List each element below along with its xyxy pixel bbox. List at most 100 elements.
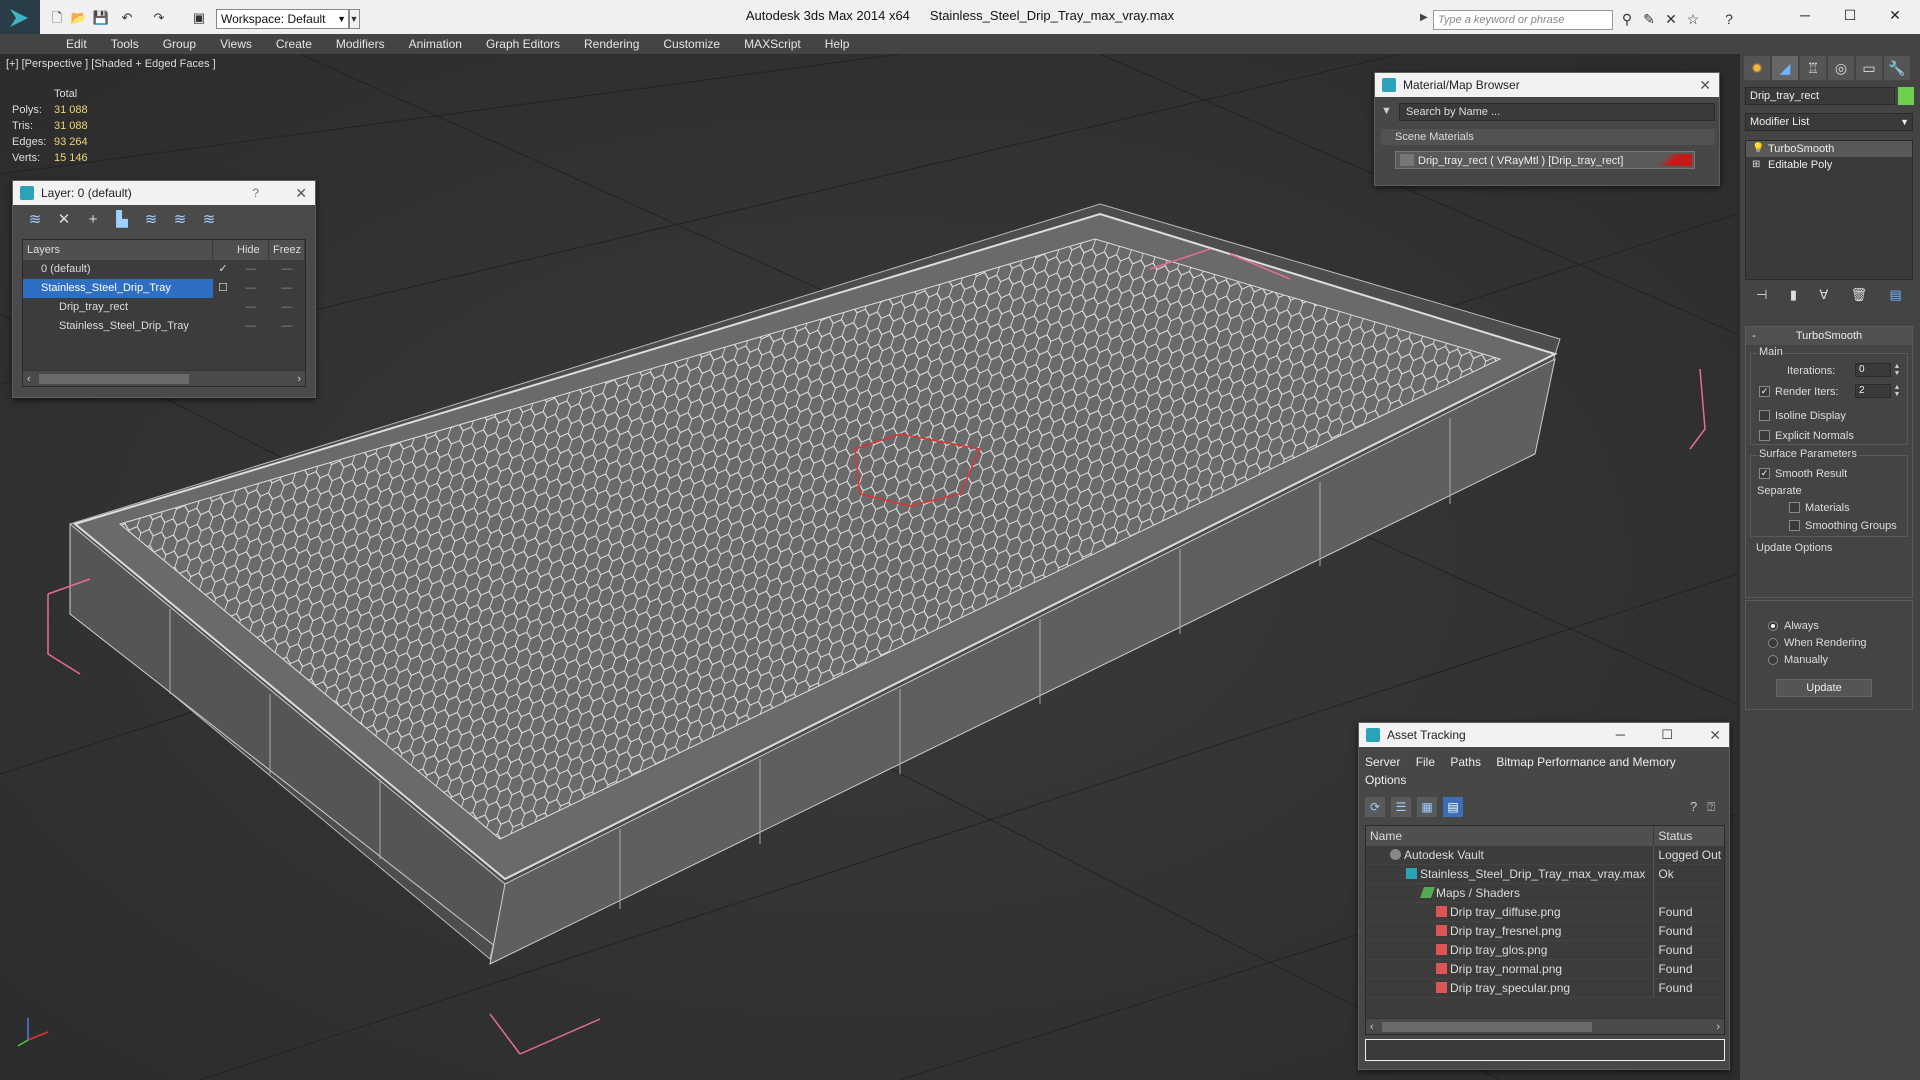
always-radio[interactable] (1768, 621, 1778, 631)
material-item[interactable]: Drip_tray_rect ( VRayMtl ) [Drip_tray_re… (1395, 151, 1695, 169)
table-view-icon[interactable]: ▤ (1443, 797, 1463, 817)
spinner-arrows-icon[interactable]: ▲ ▼ (1893, 363, 1901, 377)
layer-row[interactable]: Stainless_Steel_Drip_Tray — — (23, 317, 305, 336)
subscription-icon[interactable]: ✕ (1662, 10, 1680, 28)
explicit-normals-checkbox[interactable] (1759, 430, 1770, 441)
asset-row[interactable]: Stainless_Steel_Drip_Tray_max_vray.max Ok (1366, 865, 1724, 884)
update-button[interactable]: Update (1776, 679, 1872, 697)
create-layer-icon[interactable]: ≋ (25, 210, 45, 230)
list-view-icon[interactable]: ☰ (1391, 797, 1411, 817)
communication-icon[interactable]: ✎ (1640, 10, 1658, 28)
help-icon[interactable]: ? (252, 181, 259, 205)
help-icon[interactable]: ? (1690, 799, 1697, 815)
asset-row[interactable]: Maps / Shaders (1366, 884, 1724, 903)
scroll-right-icon[interactable]: › (297, 371, 301, 387)
favorites-star-icon[interactable]: ☆ (1684, 10, 1702, 28)
rollout-header[interactable]: - TurboSmooth (1746, 327, 1912, 345)
modifier-list-dropdown[interactable]: Modifier List ▼ (1745, 113, 1913, 131)
when-rendering-radio[interactable] (1768, 638, 1778, 648)
iterations-spinner[interactable]: 0 (1855, 363, 1891, 377)
configure-sets-icon[interactable]: ▤ (1890, 284, 1902, 306)
freeze-toggle[interactable]: — (269, 317, 305, 336)
filter-icon[interactable]: ▼ (1381, 105, 1392, 117)
create-tab-icon[interactable]: ✹ (1744, 56, 1770, 80)
menu-group[interactable]: Group (151, 34, 208, 54)
utilities-tab-icon[interactable]: 🔧 (1884, 56, 1910, 80)
redo-icon[interactable]: ↷ (150, 9, 168, 27)
freeze-all-layers-icon[interactable]: ≋ (199, 210, 219, 230)
material-search-input[interactable]: Search by Name ... (1399, 103, 1715, 121)
scroll-right-icon[interactable]: › (1716, 1019, 1720, 1035)
motion-tab-icon[interactable]: ◎ (1828, 56, 1854, 80)
object-name-field[interactable]: Drip_tray_rect (1745, 87, 1895, 105)
layer-row[interactable]: Drip_tray_rect — — (23, 298, 305, 317)
delete-layer-icon[interactable]: ✕ (54, 210, 74, 230)
menu-customize[interactable]: Customize (651, 34, 732, 54)
infocenter-search-input[interactable]: Type a keyword or phrase (1433, 10, 1613, 30)
menu-edit[interactable]: Edit (54, 34, 99, 54)
asset-tracking-window[interactable]: Asset Tracking ─ ☐ ✕ Server File Paths B… (1358, 722, 1730, 1070)
stack-item-editable-poly[interactable]: ⊞ Editable Poly (1746, 157, 1912, 173)
make-unique-icon[interactable]: ∀ (1819, 284, 1828, 306)
layer-row[interactable]: 0 (default) ✓ — — (23, 260, 305, 279)
close-icon[interactable]: ✕ (1699, 73, 1711, 97)
col-hide[interactable]: Hide (233, 240, 269, 260)
smoothing-groups-checkbox[interactable] (1789, 520, 1800, 531)
expand-plus-icon[interactable]: ⊞ (1752, 159, 1762, 171)
menu-tools[interactable]: Tools (99, 34, 151, 54)
open-file-icon[interactable]: 📂 (70, 9, 88, 27)
layer-manager-window[interactable]: Layer: 0 (default)? ✕ ≋ ✕ + ▙ ≋ ≋ ≋ Layer… (12, 180, 316, 398)
col-freeze[interactable]: Freez (269, 240, 305, 260)
minimize-icon[interactable]: ─ (1790, 4, 1820, 26)
hide-toggle[interactable]: — (233, 317, 269, 336)
close-icon[interactable]: ✕ (295, 181, 307, 205)
asset-row[interactable]: Autodesk Vault Logged Out (1366, 846, 1724, 865)
search-collapse-icon[interactable]: ▶ (1420, 12, 1428, 23)
highlight-layer-icon[interactable]: ≋ (141, 210, 161, 230)
asset-path-field[interactable] (1365, 1039, 1725, 1061)
asset-tracking-titlebar[interactable]: Asset Tracking ─ ☐ ✕ (1359, 723, 1729, 747)
menu-file[interactable]: File (1416, 755, 1435, 769)
smooth-result-checkbox[interactable]: ✓ (1759, 468, 1770, 479)
show-end-result-icon[interactable]: ▮ (1790, 284, 1797, 306)
menu-server[interactable]: Server (1365, 755, 1400, 769)
help-icon[interactable]: ? (1720, 10, 1738, 28)
undo-icon[interactable]: ↶ (118, 9, 136, 27)
save-file-icon[interactable]: 💾 (92, 9, 110, 27)
manually-radio[interactable] (1768, 655, 1778, 665)
render-iters-spinner[interactable]: 2 (1855, 384, 1891, 398)
asset-row[interactable]: Drip tray_glos.png Found (1366, 941, 1724, 960)
active-layer-checkbox[interactable]: ☐ (213, 279, 233, 298)
layer-window-titlebar[interactable]: Layer: 0 (default)? ✕ (13, 181, 315, 205)
material-browser-titlebar[interactable]: Material/Map Browser ✕ (1375, 73, 1719, 97)
close-icon[interactable]: ✕ (1709, 723, 1721, 747)
freeze-toggle[interactable]: — (269, 279, 305, 298)
maximize-icon[interactable]: ☐ (1661, 723, 1673, 747)
hide-toggle[interactable]: — (233, 298, 269, 317)
layer-row[interactable]: Stainless_Steel_Drip_Tray ☐ — — (23, 279, 305, 298)
workspace-dropdown[interactable]: Workspace: Default ▼ (216, 9, 350, 29)
horizontal-scrollbar[interactable]: ‹ › (23, 370, 305, 386)
menu-maxscript[interactable]: MAXScript (732, 34, 813, 54)
col-layers[interactable]: Layers (23, 240, 213, 260)
asset-row[interactable]: Drip tray_diffuse.png Found (1366, 903, 1724, 922)
project-folder-icon[interactable]: ▣ (190, 9, 208, 27)
asset-row[interactable]: Drip tray_fresnel.png Found (1366, 922, 1724, 941)
scroll-thumb[interactable] (39, 374, 189, 384)
menu-create[interactable]: Create (264, 34, 324, 54)
add-to-layer-icon[interactable]: + (83, 210, 103, 230)
menu-modifiers[interactable]: Modifiers (324, 34, 397, 54)
menu-views[interactable]: Views (208, 34, 264, 54)
menu-options[interactable]: Options (1365, 773, 1406, 787)
viewport-label[interactable]: [+] [Perspective ] [Shaded + Edged Faces… (6, 58, 216, 70)
render-iters-checkbox[interactable]: ✓ (1759, 386, 1770, 397)
maximize-icon[interactable]: ☐ (1835, 4, 1865, 26)
pin-stack-icon[interactable]: ⊣ (1756, 284, 1767, 306)
refresh-icon[interactable]: ⟳ (1365, 797, 1385, 817)
scene-materials-section[interactable]: Scene Materials (1381, 129, 1715, 145)
context-help-icon[interactable]: ⍰ (1707, 799, 1715, 815)
scroll-thumb[interactable] (1382, 1022, 1592, 1032)
col-status[interactable]: Status (1654, 826, 1724, 846)
stack-item-turbosmooth[interactable]: 💡 TurboSmooth (1746, 141, 1912, 157)
minimize-icon[interactable]: ─ (1616, 723, 1625, 747)
